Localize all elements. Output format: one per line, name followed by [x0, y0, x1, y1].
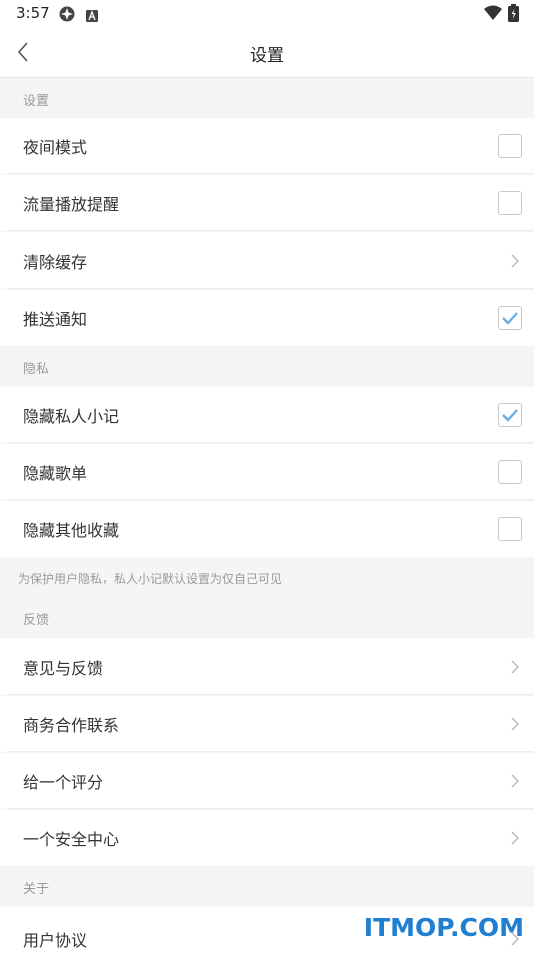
chevron-right-icon: [511, 774, 519, 788]
row-label: 意见与反馈: [23, 658, 104, 678]
hide-favorites-checkbox[interactable]: [498, 517, 522, 541]
row-label: 流量播放提醒: [23, 195, 120, 214]
section-header-feedback: 反馈: [0, 598, 534, 638]
section-header-privacy: 隐私: [0, 347, 534, 387]
divider: [7, 751, 534, 752]
row-data-reminder[interactable]: 流量播放提醒: [0, 175, 534, 231]
section-title: 设置: [23, 94, 50, 109]
row-label: 隐藏歌单: [23, 464, 88, 483]
chevron-right-icon: [511, 831, 519, 845]
row-label: 隐藏私人小记: [23, 407, 120, 426]
divider: [7, 230, 534, 231]
row-label: 隐藏其他收藏: [23, 521, 120, 540]
divider: [7, 499, 534, 500]
privacy-note-text: 为保护用户隐私，私人小记默认设置为仅自己可见: [18, 572, 283, 586]
row-label: 用户协议: [23, 931, 88, 950]
checkmark-icon: [502, 409, 518, 422]
divider: [7, 808, 534, 809]
night-mode-checkbox[interactable]: [498, 134, 522, 158]
section-title: 反馈: [23, 613, 50, 628]
font-notification-icon: [86, 7, 98, 26]
page-title: 设置: [250, 46, 284, 66]
chevron-right-icon: [511, 660, 519, 673]
chevron-right-icon: [511, 254, 519, 267]
row-label: 清除缓存: [23, 252, 88, 272]
row-push-notify[interactable]: 推送通知: [0, 290, 534, 346]
row-label: 商务合作联系: [23, 716, 120, 735]
row-label: 一个安全中心: [23, 830, 120, 849]
divider: [7, 694, 534, 695]
section-title: 关于: [23, 882, 50, 897]
checkmark-icon: [502, 312, 518, 325]
title-bar: 设置: [0, 28, 534, 78]
divider: [7, 442, 534, 443]
row-label: 给一个评分: [23, 773, 104, 792]
section-header-settings: 设置: [0, 78, 534, 118]
status-time: 3:57: [16, 4, 50, 22]
row-label: 夜间模式: [23, 138, 88, 157]
row-suggestions[interactable]: 意见与反馈: [0, 638, 534, 695]
battery-icon: [508, 4, 519, 26]
row-security[interactable]: 一个安全中心: [0, 810, 534, 866]
row-hide-notes[interactable]: 隐藏私人小记: [0, 387, 534, 443]
watermark-logo: ITMOP.COM: [363, 913, 524, 942]
divider: [7, 288, 534, 289]
section-header-about: 关于: [0, 867, 534, 907]
hide-notes-checkbox[interactable]: [498, 403, 522, 427]
row-clear-cache[interactable]: 清除缓存: [0, 232, 534, 289]
row-night-mode[interactable]: 夜间模式: [0, 118, 534, 174]
app-notification-icon: [58, 5, 76, 27]
wifi-icon: [484, 5, 502, 25]
status-bar: 3:57: [0, 0, 534, 28]
hide-playlists-checkbox[interactable]: [498, 460, 522, 484]
section-title: 隐私: [23, 362, 50, 377]
divider: [7, 173, 534, 174]
row-hide-favorites[interactable]: 隐藏其他收藏: [0, 501, 534, 557]
row-rate[interactable]: 给一个评分: [0, 753, 534, 809]
chevron-right-icon: [511, 717, 519, 731]
row-label: 推送通知: [23, 310, 88, 329]
push-notify-checkbox[interactable]: [498, 306, 522, 330]
row-hide-playlists[interactable]: 隐藏歌单: [0, 444, 534, 500]
row-business[interactable]: 商务合作联系: [0, 696, 534, 752]
privacy-note: 为保护用户隐私，私人小记默认设置为仅自己可见: [0, 558, 534, 598]
data-reminder-checkbox[interactable]: [498, 191, 522, 215]
